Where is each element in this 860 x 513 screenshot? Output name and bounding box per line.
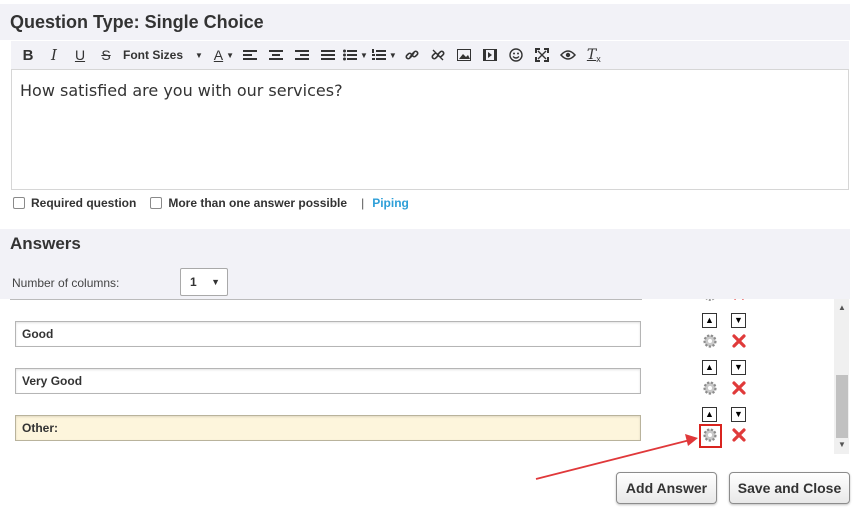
font-sizes-dropdown[interactable]: Font Sizes ▼ [121, 44, 209, 66]
gear-icon[interactable] [702, 380, 718, 396]
chevron-down-icon: ▼ [211, 277, 220, 287]
scrollbar-thumb[interactable] [836, 375, 848, 438]
piping-link[interactable]: Piping [372, 196, 409, 210]
save-and-close-button[interactable]: Save and Close [729, 472, 850, 504]
strikethrough-icon[interactable]: S [95, 44, 117, 66]
image-icon[interactable] [453, 44, 475, 66]
move-down-button[interactable]: ▼ [731, 407, 746, 422]
required-question-label: Required question [31, 196, 137, 210]
answer-input[interactable]: Very Good [15, 368, 641, 394]
scroll-down-icon[interactable]: ▼ [838, 440, 846, 449]
question-text[interactable]: How satisfied are you with our services? [20, 81, 343, 100]
columns-select[interactable]: 1 ▼ [180, 268, 228, 296]
answer-row: Good ▲ ▼ [10, 313, 850, 366]
required-question-checkbox[interactable] [13, 197, 25, 209]
editor-toolbar: B I U S Font Sizes ▼ A ▼ ▼ ▼ T x [11, 41, 849, 69]
move-up-button[interactable]: ▲ [702, 407, 717, 422]
delete-icon[interactable] [732, 428, 746, 442]
delete-icon[interactable] [732, 299, 746, 302]
answer-row: Very Good ▲ ▼ [10, 360, 850, 413]
question-header: Question Type: Single Choice [0, 4, 850, 40]
highlight-box [699, 424, 722, 448]
required-question-option[interactable]: Required question [13, 196, 136, 210]
clear-format-icon[interactable]: Tx [583, 44, 605, 66]
move-up-button[interactable]: ▲ [702, 360, 717, 375]
other-answer-input[interactable]: Other: [15, 415, 641, 441]
answers-title: Answers [10, 234, 81, 253]
italic-icon[interactable]: I [43, 44, 65, 66]
question-type-title: Question Type: Single Choice [10, 12, 264, 32]
align-left-icon[interactable] [239, 44, 261, 66]
columns-value: 1 [190, 275, 197, 289]
bold-icon[interactable]: B [17, 44, 39, 66]
move-down-button[interactable]: ▼ [731, 313, 746, 328]
link-icon[interactable] [401, 44, 423, 66]
chevron-down-icon: ▼ [388, 50, 397, 60]
add-answer-button[interactable]: Add Answer [616, 472, 717, 504]
columns-label: Number of columns: [12, 276, 120, 290]
gear-icon[interactable] [702, 333, 718, 349]
chevron-down-icon: ▼ [195, 50, 203, 60]
gear-icon[interactable] [702, 299, 718, 303]
answer-row-other: Other: ▲ ▼ [10, 407, 850, 454]
scroll-up-icon[interactable]: ▲ [838, 303, 846, 312]
multi-answer-checkbox[interactable] [150, 197, 163, 209]
question-options: Required question More than one answer p… [13, 194, 409, 212]
multi-answer-label: More than one answer possible [168, 196, 348, 210]
question-text-editor[interactable]: How satisfied are you with our services? [11, 69, 849, 190]
move-down-button[interactable]: ▼ [731, 360, 746, 375]
unlink-icon[interactable] [427, 44, 449, 66]
align-center-icon[interactable] [265, 44, 287, 66]
move-up-button[interactable]: ▲ [702, 313, 717, 328]
numbered-list-icon[interactable]: ▼ [371, 44, 397, 66]
chevron-down-icon: ▼ [359, 50, 368, 60]
emoji-icon[interactable] [505, 44, 527, 66]
align-justify-icon[interactable] [317, 44, 339, 66]
options-separator: | [361, 196, 365, 210]
font-sizes-label: Font Sizes [123, 48, 184, 62]
align-right-icon[interactable] [291, 44, 313, 66]
fullscreen-icon[interactable] [531, 44, 553, 66]
multi-answer-option[interactable]: More than one answer possible [150, 196, 347, 210]
video-icon[interactable] [479, 44, 501, 66]
bullet-list-icon[interactable]: ▼ [342, 44, 368, 66]
list-divider [10, 299, 642, 300]
delete-icon[interactable] [732, 334, 746, 348]
answers-header: Answers Number of columns: 1 ▼ [0, 229, 850, 299]
font-color-icon[interactable]: A ▼ [213, 44, 235, 66]
answers-list: Good ▲ ▼ Very Good ▲ ▼ Other: ▲ ▼ [10, 299, 850, 454]
chevron-down-icon: ▼ [226, 50, 235, 60]
delete-icon[interactable] [732, 381, 746, 395]
underline-icon[interactable]: U [69, 44, 91, 66]
preview-icon[interactable] [557, 44, 579, 66]
answer-input[interactable]: Good [15, 321, 641, 347]
